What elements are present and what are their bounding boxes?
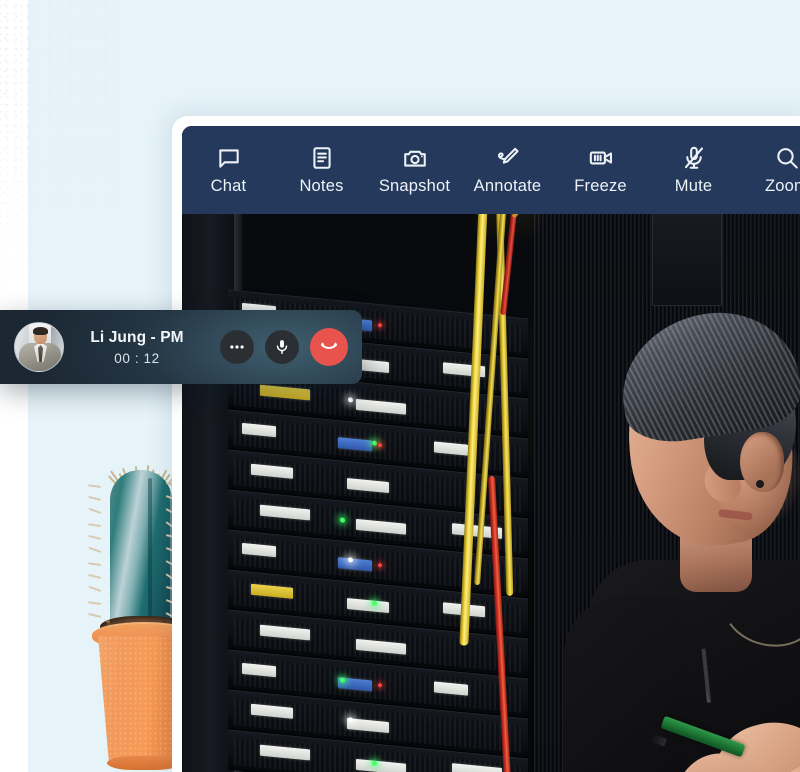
- status-led-red: [378, 683, 382, 688]
- cactus-rib: [148, 478, 152, 628]
- toolbar-button-chat[interactable]: Chat: [182, 145, 275, 196]
- cactus-spine: [88, 612, 102, 618]
- cactus-spine: [87, 523, 102, 527]
- person-shoulder: [564, 596, 684, 772]
- toolbar-label: Annotate: [473, 176, 542, 195]
- status-led-red: [378, 443, 382, 448]
- video-pause-icon: [588, 145, 614, 171]
- toolbar-button-notes[interactable]: Notes: [275, 145, 368, 196]
- video-viewport: Chat Notes Snapshot Annotate Freeze Mute…: [182, 126, 800, 772]
- status-led-green: [372, 600, 377, 606]
- toolbar-button-freeze[interactable]: Freeze: [554, 145, 647, 196]
- status-led-green: [340, 517, 345, 523]
- status-led-white: [348, 557, 353, 563]
- status-led-white: [348, 397, 353, 403]
- cactus-spine: [87, 562, 102, 566]
- status-led-red: [378, 563, 382, 568]
- microphone-button[interactable]: [265, 330, 299, 364]
- remote-technician: [554, 300, 800, 772]
- toolbar-button-snapshot[interactable]: Snapshot: [368, 145, 461, 196]
- cactus-spine: [87, 484, 102, 488]
- remote-video-feed: [182, 126, 800, 772]
- status-led-white: [348, 717, 353, 723]
- notes-document-icon: [309, 145, 335, 171]
- microphone-muted-icon: [681, 145, 707, 171]
- toolbar-button-zoom[interactable]: Zoom: [740, 145, 800, 196]
- pencil-annotate-icon: [495, 145, 521, 171]
- active-call-card: Li Jung - PM 00 : 12: [0, 310, 362, 384]
- cactus-spine: [88, 585, 102, 592]
- toolbar-label: Freeze: [574, 176, 627, 195]
- toolbar-button-mute[interactable]: Mute: [647, 145, 740, 196]
- status-led-red: [378, 323, 382, 328]
- cactus-spine: [88, 495, 102, 501]
- toolbar-label: Mute: [674, 176, 713, 195]
- cactus-spine: [87, 601, 102, 605]
- chat-bubble-icon: [216, 145, 242, 171]
- call-info: Li Jung - PM 00 : 12: [64, 329, 220, 366]
- avatar-hair: [33, 327, 48, 335]
- toolbar-label: Snapshot: [378, 176, 451, 195]
- toolbar-button-annotate[interactable]: Annotate: [461, 145, 554, 196]
- call-duration: 00 : 12: [114, 350, 160, 366]
- status-led-green: [372, 440, 377, 446]
- ellipsis-icon: [228, 338, 246, 356]
- cactus-body: [87, 470, 179, 630]
- cactus-spine: [88, 573, 102, 579]
- toolbar-label: Zoom: [765, 176, 800, 195]
- video-toolbar: Chat Notes Snapshot Annotate Freeze Mute…: [182, 126, 800, 214]
- cactus-spine: [88, 546, 102, 553]
- magnifier-icon: [774, 145, 800, 171]
- tshirt-print: [701, 639, 799, 703]
- participant-name: Li Jung - PM: [90, 328, 184, 346]
- cactus-spine: [88, 507, 102, 514]
- toolbar-label: Chat: [210, 176, 247, 195]
- toolbar-label: Notes: [299, 176, 344, 195]
- microphone-icon: [273, 338, 291, 356]
- end-call-button[interactable]: [310, 328, 348, 366]
- camera-icon: [402, 145, 428, 171]
- status-led-green: [340, 677, 345, 683]
- avatar: [14, 322, 64, 372]
- cactus-spine: [88, 534, 102, 540]
- pot-base: [107, 756, 181, 770]
- video-call-panel: Chat Notes Snapshot Annotate Freeze Mute…: [172, 116, 800, 772]
- more-options-button[interactable]: [220, 330, 254, 364]
- hangup-phone-icon: [319, 337, 339, 357]
- earring: [756, 480, 764, 488]
- status-led-green: [372, 760, 377, 766]
- call-action-group: [220, 328, 348, 366]
